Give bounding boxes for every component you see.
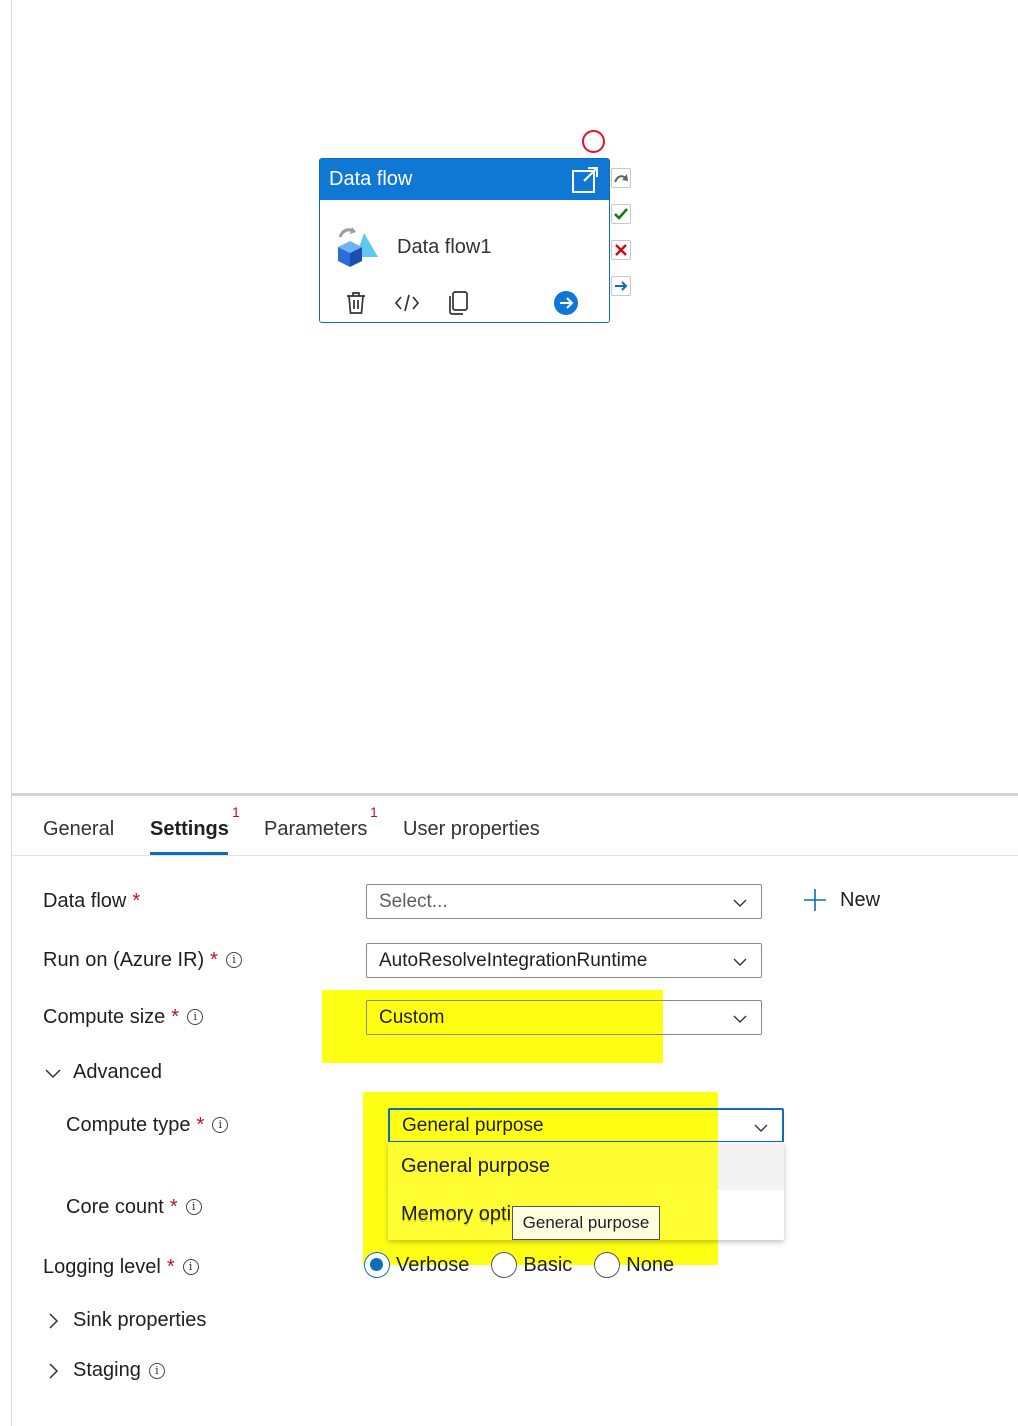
core-count-label: Core count * i xyxy=(66,1196,202,1219)
tab-settings[interactable]: Settings xyxy=(150,818,229,841)
option-tooltip: General purpose xyxy=(512,1206,660,1240)
error-indicator-icon xyxy=(582,130,605,153)
sink-properties-label: Sink properties xyxy=(73,1309,207,1331)
activity-type-label: Data flow xyxy=(329,168,413,190)
chevron-right-icon xyxy=(49,1312,59,1329)
data-flow-icon xyxy=(338,227,378,267)
chevron-down-icon xyxy=(733,958,747,966)
compute-size-select[interactable]: Custom xyxy=(366,1000,762,1035)
info-icon[interactable]: i xyxy=(212,1117,229,1133)
info-icon[interactable]: i xyxy=(185,1199,202,1215)
chevron-down-icon xyxy=(754,1124,768,1132)
run-on-select[interactable]: AutoResolveIntegrationRuntime xyxy=(366,943,762,978)
skip-connector-icon[interactable] xyxy=(611,168,631,188)
data-flow-select[interactable]: Select... xyxy=(366,884,762,919)
tab-parameters-badge: 1 xyxy=(370,804,378,820)
properties-tabs: General Settings 1 Parameters 1 User pro… xyxy=(12,796,1018,856)
staging-toggle[interactable]: Staging i xyxy=(45,1359,165,1382)
sink-properties-toggle[interactable]: Sink properties xyxy=(45,1309,206,1332)
dropdown-option-label: Memory opti xyxy=(401,1202,512,1225)
radio-verbose[interactable]: Verbose xyxy=(364,1252,469,1278)
data-flow-label: Data flow * xyxy=(43,890,141,912)
chevron-down-icon xyxy=(45,1068,61,1078)
copy-icon[interactable] xyxy=(445,290,471,316)
activity-name: Data flow1 xyxy=(397,235,492,258)
info-icon[interactable]: i xyxy=(187,1009,204,1025)
activity-body: Data flow1 xyxy=(320,200,609,280)
info-icon[interactable]: i xyxy=(182,1259,199,1275)
logging-level-label: Logging level * i xyxy=(43,1256,199,1279)
pipeline-canvas[interactable] xyxy=(12,0,1018,794)
tab-user-properties[interactable]: User properties xyxy=(403,818,540,841)
plus-icon xyxy=(804,889,826,911)
advanced-label: Advanced xyxy=(73,1061,162,1083)
compute-size-label: Compute size * i xyxy=(43,1006,204,1029)
radio-none[interactable]: None xyxy=(594,1252,674,1278)
new-data-flow-button[interactable]: New xyxy=(802,887,880,913)
compute-type-select[interactable]: General purpose xyxy=(388,1108,784,1143)
tab-parameters[interactable]: Parameters xyxy=(264,818,367,841)
chevron-right-icon xyxy=(49,1362,59,1379)
data-flow-activity-node[interactable]: Data flow Data flow1 xyxy=(319,158,610,323)
chevron-down-icon xyxy=(733,899,747,907)
radio-basic[interactable]: Basic xyxy=(491,1252,572,1278)
go-arrow-icon[interactable] xyxy=(553,290,579,316)
logging-level-radio-group: Verbose Basic None xyxy=(364,1252,696,1278)
code-icon[interactable] xyxy=(394,290,420,316)
delete-icon[interactable] xyxy=(343,290,369,316)
failure-connector-icon[interactable] xyxy=(611,240,631,260)
active-tab-indicator xyxy=(150,852,228,855)
run-on-label: Run on (Azure IR) * i xyxy=(43,949,242,972)
chevron-down-icon xyxy=(733,1015,747,1023)
open-external-icon[interactable] xyxy=(571,166,599,194)
advanced-toggle[interactable]: Advanced xyxy=(45,1061,162,1084)
info-icon[interactable]: i xyxy=(225,952,242,968)
staging-label: Staging xyxy=(73,1359,141,1381)
success-connector-icon[interactable] xyxy=(611,204,631,224)
info-icon[interactable]: i xyxy=(148,1362,165,1379)
tab-general[interactable]: General xyxy=(43,818,114,841)
compute-type-label: Compute type * i xyxy=(66,1114,229,1137)
tab-settings-badge: 1 xyxy=(232,804,240,820)
activity-header: Data flow xyxy=(320,159,609,200)
dropdown-option-label: General purpose xyxy=(401,1154,550,1177)
completion-connector-icon[interactable] xyxy=(611,276,631,296)
activity-actions xyxy=(320,282,609,322)
